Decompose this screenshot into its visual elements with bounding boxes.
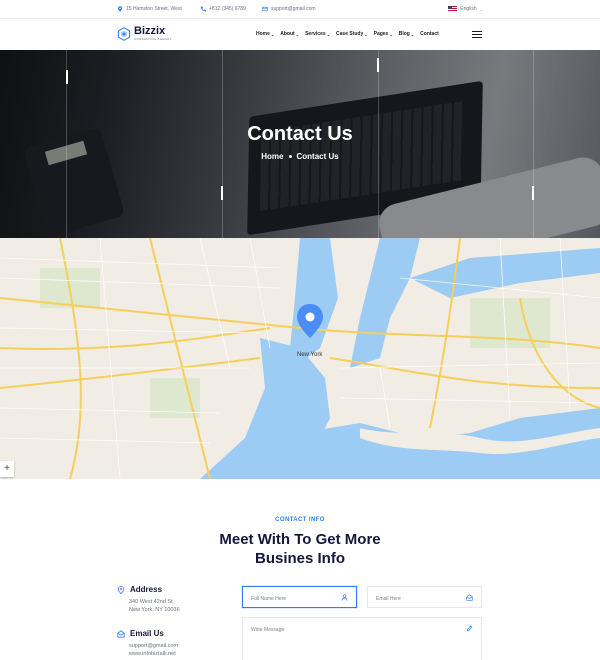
breadcrumb-home[interactable]: Home [261, 152, 283, 161]
location-pin-icon [117, 6, 123, 12]
main-header: Bizzix CONSULTING AGENCY Home ⌄ About ⌄ Se… [0, 19, 600, 50]
nav-label: Case Study [336, 31, 364, 37]
grid-marker [66, 70, 68, 84]
chevron-down-icon: ⌄ [295, 31, 300, 37]
email-field[interactable]: Email Here [367, 586, 482, 608]
topbar-address-text: 15 Hamston Street, West [126, 6, 182, 12]
email-block: Email Us support@gmail.com www.infobizta… [117, 629, 178, 658]
grid-marker [532, 186, 534, 200]
map-zoom-in-button[interactable]: + [0, 461, 14, 477]
location-map[interactable]: New York [0, 238, 600, 479]
nav-item-case-study[interactable]: Case Study ⌄ [336, 31, 368, 37]
address-block: Address 340 West 42nd St New York, NY 10… [117, 585, 180, 614]
mail-icon [262, 6, 268, 12]
breadcrumb: Home Contact Us [0, 152, 600, 161]
nav-item-services[interactable]: Services ⌄ [305, 31, 330, 37]
website-line[interactable]: www.infobiztalk.net [129, 650, 178, 658]
nav-label: Contact [420, 31, 439, 37]
address-heading: Address [130, 585, 163, 594]
message-placeholder: Write Message [251, 627, 285, 633]
nav-label: About [280, 31, 295, 37]
chevron-down-icon: ⌄ [410, 31, 415, 37]
nav-item-home[interactable]: Home ⌄ [256, 31, 274, 37]
address-line: New York, NY 10036 [129, 607, 180, 613]
breadcrumb-current: Contact Us [296, 152, 339, 161]
brand-logo[interactable]: Bizzix CONSULTING AGENCY [117, 26, 172, 41]
grid-marker [377, 58, 379, 72]
nav-item-contact[interactable]: Contact [420, 31, 439, 37]
language-selector[interactable]: English ⌄ [448, 6, 483, 12]
chevron-down-icon: ⌄ [389, 31, 393, 37]
message-field[interactable]: Write Message [242, 617, 482, 660]
brand-tagline: CONSULTING AGENCY [134, 37, 172, 41]
topbar-email-text: support@gmail.com [271, 6, 316, 12]
nav-label: Services [305, 31, 326, 37]
phone-icon [200, 6, 206, 12]
mail-icon [117, 629, 125, 638]
address-line: 340 West 42nd St [129, 599, 173, 605]
main-nav: Home ⌄ About ⌄ Services ⌄ Case Study ⌄ Pages… [256, 31, 439, 37]
page-hero: Contact Us Home Contact Us [0, 50, 600, 238]
user-icon [341, 594, 348, 601]
nav-item-about[interactable]: About ⌄ [280, 31, 299, 37]
email-placeholder: Email Here [376, 596, 401, 602]
logo-icon [117, 26, 131, 41]
location-pin-icon [117, 585, 125, 594]
chevron-down-icon: ⌄ [479, 6, 483, 12]
us-flag-icon [448, 6, 458, 12]
top-bar: 15 Hamston Street, West +812 (345) 6789 … [0, 0, 600, 19]
section-title: Meet With To Get More Busines Info [0, 530, 600, 568]
pencil-icon [466, 625, 473, 632]
email-heading: Email Us [130, 629, 164, 638]
chevron-down-icon: ⌄ [326, 31, 331, 37]
nav-label: Home [256, 31, 270, 37]
email-line[interactable]: support@gmail.com [129, 642, 178, 650]
grid-marker [221, 186, 223, 200]
chevron-down-icon: ⌄ [364, 31, 368, 37]
brand-name: Bizzix [134, 25, 166, 37]
section-title-line1: Meet With To Get More [219, 531, 381, 548]
breadcrumb-separator [288, 154, 292, 158]
nav-item-blog[interactable]: Blog ⌄ [399, 31, 414, 37]
full-name-placeholder: Full Name Here [251, 596, 287, 602]
nav-label: Pages [373, 31, 389, 37]
language-label: English [460, 6, 477, 12]
full-name-field[interactable]: Full Name Here [242, 586, 357, 608]
map-canvas[interactable]: New York [0, 238, 600, 479]
section-title-line2: Busines Info [254, 550, 345, 567]
nav-label: Blog [398, 31, 410, 37]
page-title: Contact Us [247, 123, 353, 145]
mail-icon [466, 594, 473, 601]
topbar-address: 15 Hamston Street, West [117, 6, 182, 12]
topbar-phone-text: +812 (345) 6789 [209, 6, 246, 12]
topbar-email[interactable]: support@gmail.com [262, 6, 316, 12]
nav-item-pages[interactable]: Pages ⌄ [374, 31, 393, 37]
chevron-down-icon: ⌄ [270, 31, 275, 37]
menu-icon[interactable] [472, 31, 482, 38]
map-city-label: New York [297, 352, 323, 358]
topbar-phone[interactable]: +812 (345) 6789 [200, 6, 246, 12]
section-tag: CONTACT INFO [275, 517, 325, 523]
